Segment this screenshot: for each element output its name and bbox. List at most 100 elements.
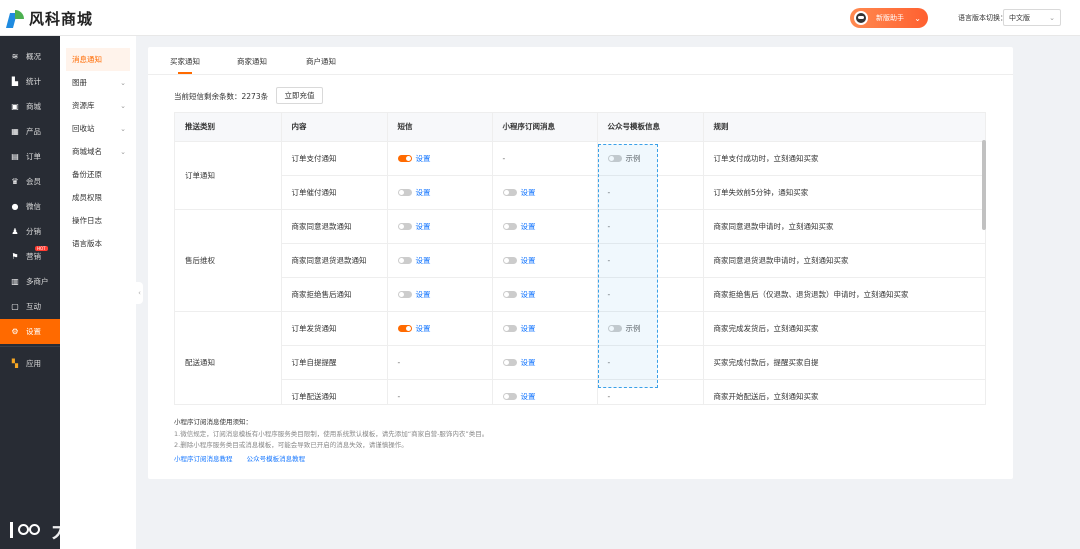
notes-title: 小程序订阅消息使用须知： xyxy=(174,418,252,426)
settings-link[interactable]: 设置 xyxy=(521,392,536,401)
sidebar-item-orders[interactable]: ▤ 订单 xyxy=(0,144,60,169)
content-cell: 订单发货通知 xyxy=(281,310,388,345)
content-label: 商家同意退款通知 xyxy=(291,221,352,231)
column-header: 内容 xyxy=(281,113,388,141)
toggle-switch[interactable] xyxy=(397,154,412,162)
settings-link[interactable]: 设置 xyxy=(416,290,431,299)
language-select[interactable]: 中文版 ⌄ xyxy=(1003,9,1061,26)
category-cell: 配送通知 xyxy=(175,310,282,404)
settings-link[interactable]: 设置 xyxy=(521,256,536,265)
users-icon: ♟ xyxy=(11,227,19,236)
box-icon: ▦ xyxy=(11,127,19,136)
sidebar-item-marketing[interactable]: ⚑ 营销 HOT xyxy=(0,244,60,269)
mini-program-tutorial-link[interactable]: 小程序订阅消息教程 xyxy=(174,455,233,463)
settings-link[interactable]: 设置 xyxy=(521,290,536,299)
tab-seller[interactable]: 商家通知 xyxy=(237,56,267,67)
mp-template-tutorial-link[interactable]: 公众号模板消息教程 xyxy=(247,455,306,463)
table-row: 订单催付通知 设置 设置 - 订单失效前5分钟，通知买家 xyxy=(175,174,985,209)
sms-remaining: 当前短信剩余条数：2273条 xyxy=(174,92,269,101)
subnav-item-label: 消息通知 xyxy=(72,55,102,64)
sidebar-item-wechat[interactable]: ● 微信 xyxy=(0,194,60,219)
sidebar-item-statistics[interactable]: ▙ 统计 xyxy=(0,69,60,94)
rule-text: 订单失效前5分钟，通知买家 xyxy=(713,187,809,197)
sidebar-item-label: 应用 xyxy=(26,359,41,368)
notes-line: 2.删除小程序服务类目或消息模板，可能会导致已开启的消息失效，请谨慎操作。 xyxy=(174,441,408,449)
sidebar-item-label: 分销 xyxy=(26,227,41,236)
notification-table: 推送类别 内容 短信 小程序订阅消息 公众号模板信息 规则 订单通知 订单支付通知… xyxy=(174,112,986,405)
subnav-item-domain[interactable]: 商城域名 ⌄ xyxy=(60,140,136,163)
sidebar-item-settings[interactable]: ⚙ 设置 xyxy=(0,319,60,344)
category-label: 订单通知 xyxy=(185,170,215,180)
tab-buyer[interactable]: 买家通知 xyxy=(170,56,200,74)
sidebar-item-label: 概况 xyxy=(26,52,41,61)
toggle-switch[interactable] xyxy=(502,256,517,264)
sidebar-item-mall[interactable]: ▣ 商城 xyxy=(0,94,60,119)
settings-link[interactable]: 设置 xyxy=(416,188,431,197)
content-cell: 订单配送通知 xyxy=(281,378,388,404)
sidebar-item-members[interactable]: ♛ 会员 xyxy=(0,169,60,194)
toggle-switch[interactable] xyxy=(397,222,412,230)
sidebar-item-distribution[interactable]: ♟ 分销 xyxy=(0,219,60,244)
shop-icon: ▣ xyxy=(11,102,19,111)
subnav-item-logs[interactable]: 操作日志 xyxy=(60,209,136,232)
table-row: 订单自提提醒 - 设置 - 买家完成付款后，提醒买家自提 xyxy=(175,344,985,379)
collapse-handle[interactable]: ‹ xyxy=(136,282,143,304)
notes-line: 1.微信规定，订阅消息模板有小程序服务类目限制，使用系统默认模板，请先添加“商家… xyxy=(174,429,489,438)
sidebar-item-label: 统计 xyxy=(26,77,41,86)
settings-link[interactable]: 设置 xyxy=(416,324,431,333)
tutorial-links: 小程序订阅消息教程 公众号模板消息教程 xyxy=(174,453,317,463)
rule-cell: 商家开始配送后，立刻通知买家 xyxy=(703,378,985,404)
toggle-switch[interactable] xyxy=(397,290,412,298)
settings-link[interactable]: 设置 xyxy=(416,222,431,231)
subnav-item-language[interactable]: 语言版本 xyxy=(60,232,136,255)
sidebar-item-label: 订单 xyxy=(26,152,41,161)
mini-program-cell: 设置 xyxy=(492,310,598,345)
logo-mark-icon xyxy=(5,9,26,28)
toggle-switch[interactable] xyxy=(502,290,517,298)
toggle-switch[interactable] xyxy=(397,188,412,196)
subnav-item-resources[interactable]: 资源库 ⌄ xyxy=(60,94,136,117)
subnav-item-permissions[interactable]: 成员权限 xyxy=(60,186,136,209)
toggle-switch[interactable] xyxy=(502,324,517,332)
toggle-switch[interactable] xyxy=(502,358,517,366)
sidebar-item-overview[interactable]: ≋ 概况 xyxy=(0,44,60,69)
subnav-item-notifications[interactable]: 消息通知 xyxy=(66,48,130,71)
tab-merchant[interactable]: 商户通知 xyxy=(306,56,336,67)
language-value: 中文版 xyxy=(1009,13,1030,22)
sms-cell: 设置 xyxy=(387,310,493,345)
toggle-switch[interactable] xyxy=(397,324,412,332)
mini-program-cell: 设置 xyxy=(492,208,598,243)
settings-link[interactable]: 设置 xyxy=(521,324,536,333)
settings-link[interactable]: 设置 xyxy=(521,222,536,231)
chart-icon: ▙ xyxy=(11,77,19,86)
toggle-switch[interactable] xyxy=(502,222,517,230)
main-sidebar: ≋ 概况 ▙ 统计 ▣ 商城 ▦ 产品 ▤ 订单 ♛ 会员 ● 微信 ♟ 分销 ⚑ 营销 HOT ▥… xyxy=(0,36,60,549)
sidebar-item-apps[interactable]: ▚ 应用 xyxy=(0,351,60,376)
settings-link[interactable]: 设置 xyxy=(416,154,431,163)
settings-link[interactable]: 设置 xyxy=(521,358,536,367)
toggle-switch[interactable] xyxy=(502,392,517,400)
app-logo[interactable]: 风科商城 xyxy=(5,8,93,29)
table-body: 订单通知 订单支付通知 设置 - 示例 订单支付成功时，立刻通知买家 订单催付通知 设置 设置 -… xyxy=(175,140,985,404)
subnav-item-recycle-bin[interactable]: 回收站 ⌄ xyxy=(60,117,136,140)
toggle-switch[interactable] xyxy=(397,256,412,264)
sidebar-item-merchants[interactable]: ▥ 多商户 xyxy=(0,269,60,294)
flag-icon: ⚑ xyxy=(11,252,19,261)
subnav-item-albums[interactable]: 图册 ⌄ xyxy=(60,71,136,94)
subnav-item-label: 成员权限 xyxy=(72,193,102,202)
mini-program-cell: 设置 xyxy=(492,344,598,379)
toggle-switch[interactable] xyxy=(502,188,517,196)
settings-link[interactable]: 设置 xyxy=(416,256,431,265)
sidebar-item-products[interactable]: ▦ 产品 xyxy=(0,119,60,144)
sidebar-item-label: 商城 xyxy=(26,102,41,111)
rule-text: 商家同意退货退款申请时，立刻通知买家 xyxy=(713,255,849,265)
subnav-item-backup[interactable]: 备份还原 xyxy=(60,163,136,186)
recharge-button[interactable]: 立即充值 xyxy=(276,87,323,104)
sidebar-item-interaction[interactable]: ▢ 互动 xyxy=(0,294,60,319)
top-bar: 风科商城 新版助手 ⌄ 语言版本切换： 中文版 ⌄ xyxy=(0,0,1080,36)
empty-dash: - xyxy=(397,391,401,401)
settings-link[interactable]: 设置 xyxy=(521,188,536,197)
table-scrollbar[interactable] xyxy=(982,140,986,230)
helper-button[interactable]: 新版助手 ⌄ xyxy=(850,8,928,28)
table-row: 商家拒绝售后通知 设置 设置 - 商家拒绝售后（仅退款、退货退款）申请时，立刻通知买家 xyxy=(175,276,985,311)
